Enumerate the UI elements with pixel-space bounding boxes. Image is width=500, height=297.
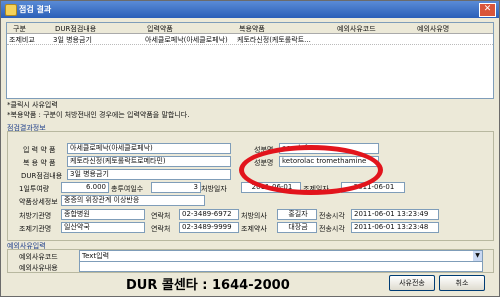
- col-header[interactable]: 구분: [13, 24, 26, 34]
- total-days-label: 총투여일수: [111, 185, 144, 193]
- side-field: 중증의 위장관계 이상반응: [61, 195, 205, 206]
- submit-reason-button[interactable]: 사유전송: [389, 275, 435, 291]
- col-header[interactable]: 예외사유명: [417, 24, 449, 34]
- table-cell: 케토라신정(케토롤락트...: [237, 36, 311, 44]
- disp-org-label: 조제기관명: [19, 225, 52, 233]
- col-header[interactable]: 복용약품: [239, 24, 265, 34]
- doctor-label: 처방의사: [241, 212, 267, 220]
- rx-phone-field: 02-3489-6972: [179, 209, 239, 220]
- cancel-button[interactable]: 취소: [439, 275, 485, 291]
- close-icon[interactable]: ✕: [484, 4, 492, 14]
- exception-content-input[interactable]: [79, 261, 483, 272]
- table-cell: 아세클로페낙(아세클로페낙): [145, 36, 228, 44]
- disp-time-field: 2011-06-01 13:23:48: [351, 222, 439, 233]
- input-drug-field: 아세클로페낙(아세클로페낙): [67, 143, 231, 154]
- table-row[interactable]: 조제비교 3일 병용금기 아세클로페낙(아세클로페낙) 케토라신정(케토롤락트.…: [7, 34, 493, 45]
- close-button[interactable]: ✕: [479, 3, 496, 17]
- total-days-field: 3: [151, 182, 201, 193]
- exception-code-value: Text입력: [82, 252, 110, 260]
- exception-content-label: 예외사유내용: [19, 264, 58, 272]
- col-header[interactable]: 예외사유코드: [337, 24, 376, 34]
- doctor-field: 홍길자: [277, 209, 317, 220]
- dialog-window: 점검 결과 ✕ 구분 DUR점검내용 입력약품 복용약품 예외사유코드 예외사유…: [0, 0, 500, 297]
- daily-field: 6.000: [61, 182, 109, 193]
- col-header[interactable]: 입력약품: [147, 24, 173, 34]
- disp-contact-label: 연락처: [151, 225, 171, 233]
- title-bar: 점검 결과 ✕: [1, 1, 499, 18]
- disp-phone-field: 02-3489-9999: [179, 222, 239, 233]
- callcenter-text: DUR 콜센타 : 1644-2000: [126, 278, 290, 293]
- taking-drug-field: 케토라신정(케토롤락트로메타민): [67, 156, 231, 167]
- rx-org-label: 처방기관명: [19, 212, 52, 220]
- window-title: 점검 결과: [19, 5, 52, 14]
- pharm-label: 조제약사: [241, 225, 267, 233]
- highlight-circle: [239, 145, 383, 195]
- rx-time-label: 전송시각: [319, 212, 345, 220]
- table-cell: 조제비교: [9, 36, 35, 44]
- rx-contact-label: 연락처: [151, 212, 171, 220]
- side-label: 약품상세정보: [19, 198, 58, 206]
- disp-org-field: 일산약국: [61, 222, 145, 233]
- daily-label: 1일투여량: [19, 185, 50, 193]
- result-table: 구분 DUR점검내용 입력약품 복용약품 예외사유코드 예외사유명 조제비교 3…: [6, 22, 494, 99]
- rx-date-label: 처방일자: [201, 185, 227, 193]
- note-click: *클릭시 사유입력: [7, 101, 58, 109]
- dur-field: 3일 병용금기: [67, 169, 231, 180]
- table-cell: 3일 병용금기: [53, 36, 92, 44]
- taking-drug-label: 복 용 약 품: [23, 159, 56, 167]
- rx-time-field: 2011-06-01 13:23:49: [351, 209, 439, 220]
- chevron-down-icon[interactable]: ▼: [473, 251, 482, 261]
- table-header: 구분 DUR점검내용 입력약품 복용약품 예외사유코드 예외사유명: [7, 23, 493, 34]
- app-icon: [5, 4, 17, 16]
- note-drug: *복용약품 : 구분이 처방전내인 경우에는 입력약품을 말합니다.: [7, 111, 190, 119]
- input-drug-label: 입 력 약 품: [23, 146, 56, 154]
- rx-org-field: 종합병원: [61, 209, 145, 220]
- exception-code-label: 예외사유코드: [19, 253, 58, 261]
- dur-label: DUR점검내용: [21, 172, 63, 180]
- pharm-field: 대장금: [277, 222, 317, 233]
- col-header[interactable]: DUR점검내용: [55, 24, 96, 34]
- disp-time-label: 전송시각: [319, 225, 345, 233]
